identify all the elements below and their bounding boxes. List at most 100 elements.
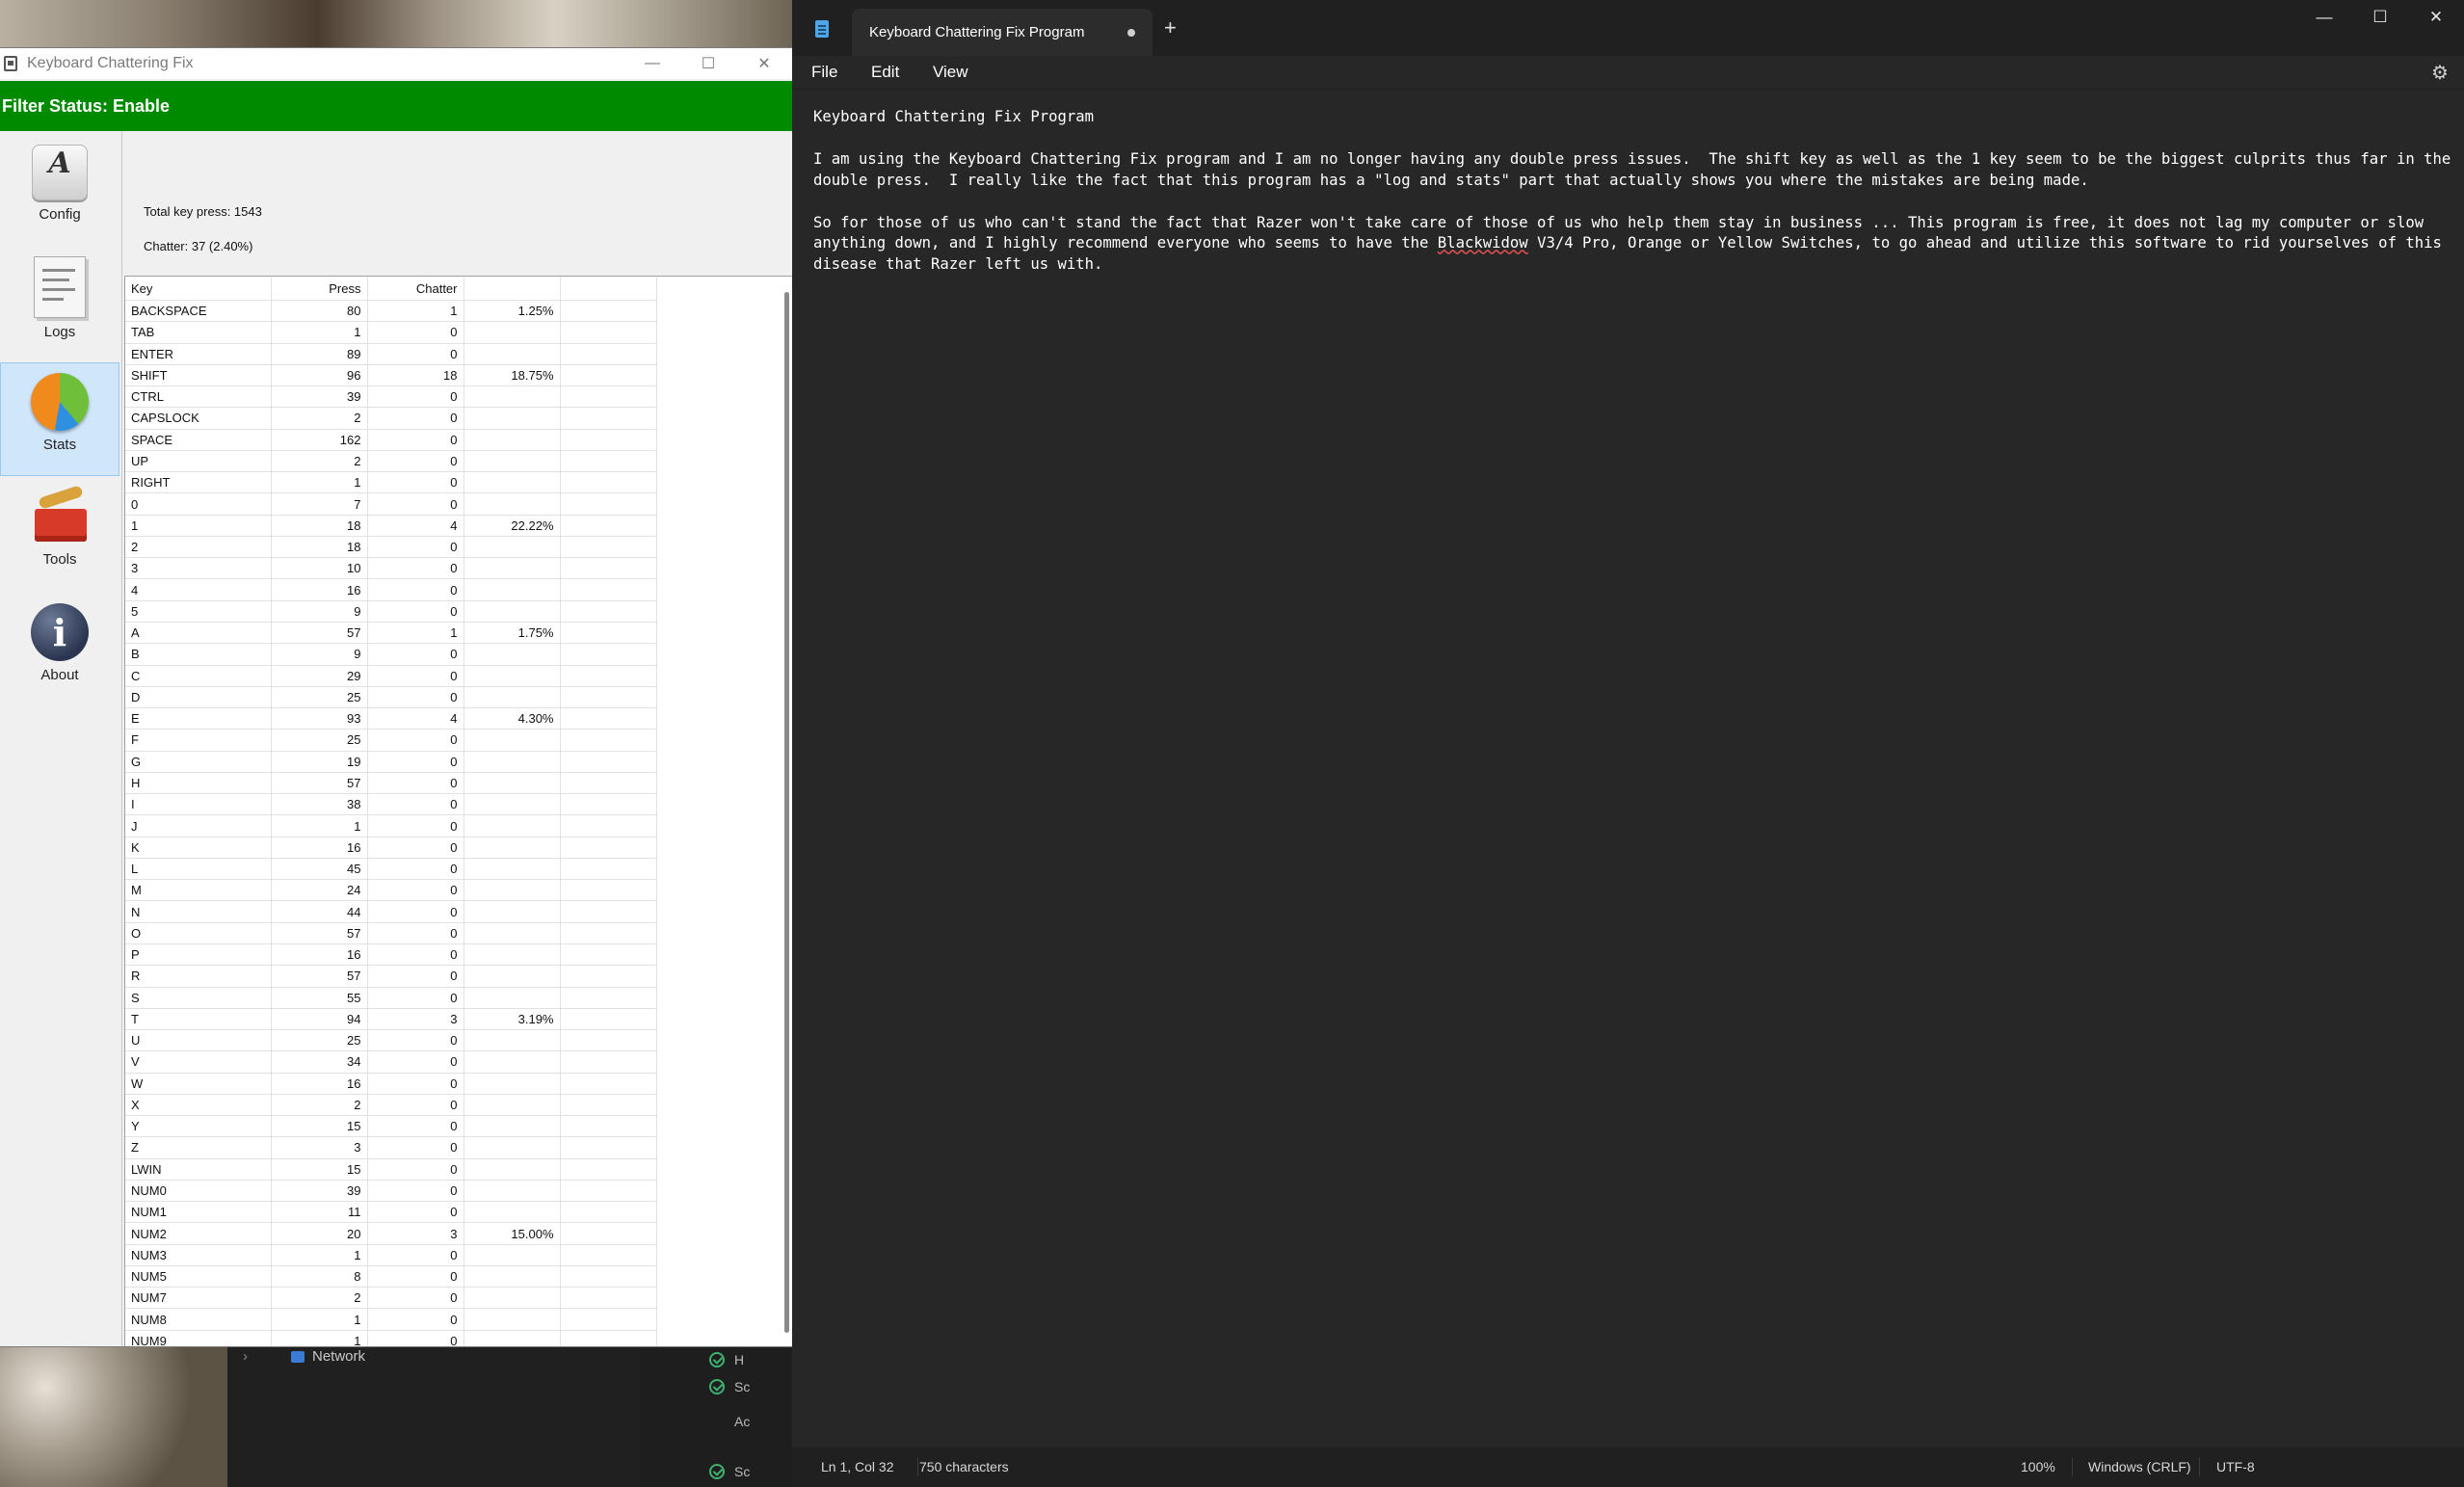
table-row[interactable]: 1 18 4 22.22%: [125, 515, 657, 537]
editor-content[interactable]: Keyboard Chattering Fix Program​I am usi…: [813, 107, 2456, 276]
table-row[interactable]: 2 18 0: [125, 536, 657, 559]
line-ending[interactable]: Windows (CRLF): [2088, 1459, 2191, 1474]
table-row[interactable]: NUM2 20 3 15.00%: [125, 1222, 657, 1245]
tab-document[interactable]: Keyboard Chattering Fix Program: [852, 9, 1153, 56]
table-row[interactable]: O 57 0: [125, 922, 657, 944]
cell-rate: [464, 1180, 561, 1203]
maximize-button[interactable]: ☐: [680, 48, 736, 79]
cell-rate: [464, 772, 561, 795]
table-row[interactable]: NUM3 1 0: [125, 1244, 657, 1266]
table-row[interactable]: CTRL 39 0: [125, 385, 657, 409]
table-row[interactable]: 4 16 0: [125, 578, 657, 601]
table-row[interactable]: G 19 0: [125, 751, 657, 773]
table-row[interactable]: 070: [125, 492, 657, 516]
table-row[interactable]: R 57 0: [125, 965, 657, 988]
table-row[interactable]: NUM1 11 0: [125, 1201, 657, 1224]
table-row[interactable]: U 25 0: [125, 1029, 657, 1052]
cell-rate: [464, 965, 561, 988]
close-button[interactable]: ✕: [736, 48, 792, 79]
zoom-level[interactable]: 100%: [2021, 1459, 2055, 1474]
table-row[interactable]: LWIN 15 0: [125, 1158, 657, 1181]
table-row[interactable]: NUM9 1 0: [125, 1330, 657, 1346]
table-row[interactable]: NUM0 39 0: [125, 1180, 657, 1203]
table-row[interactable]: F 25 0: [125, 729, 657, 752]
file-explorer-nav-pane: › Network: [227, 1344, 640, 1487]
table-scrollbar[interactable]: [782, 292, 791, 1346]
encoding[interactable]: UTF-8: [2216, 1459, 2255, 1474]
table-row[interactable]: P 16 0: [125, 943, 657, 967]
table-row[interactable]: H 57 0: [125, 772, 657, 795]
nav-item-stats[interactable]: Stats: [0, 362, 119, 476]
table-row[interactable]: TAB 1 0: [125, 321, 657, 344]
nav-item-logs[interactable]: Logs: [0, 249, 119, 362]
table-row[interactable]: M 24 0: [125, 879, 657, 902]
table-row[interactable]: RIGHT 1 0: [125, 471, 657, 494]
text-editor[interactable]: Keyboard Chattering Fix Program​I am usi…: [792, 89, 2464, 1448]
nav-item-tools[interactable]: Tools: [0, 478, 119, 592]
table-row[interactable]: UP 2 0: [125, 450, 657, 473]
cell-empty: [560, 1136, 657, 1159]
menu-file[interactable]: File: [811, 56, 837, 89]
table-row[interactable]: K 16 0: [125, 836, 657, 859]
chevron-right-icon[interactable]: ›: [243, 1348, 248, 1365]
table-row[interactable]: SPACE 162 0: [125, 429, 657, 451]
text-line: Keyboard Chattering Fix Program: [813, 108, 1095, 125]
list-item[interactable]: Sc: [709, 1373, 786, 1400]
cell-rate: [464, 1330, 561, 1346]
explorer-item-network[interactable]: Network: [291, 1348, 365, 1365]
table-row[interactable]: NUM8 1 0: [125, 1308, 657, 1331]
table-row[interactable]: D 25 0: [125, 686, 657, 709]
close-button[interactable]: ✕: [2408, 0, 2464, 35]
table-row[interactable]: N 44 0: [125, 900, 657, 923]
column-header-chatter[interactable]: Chatter: [367, 277, 464, 301]
table-row[interactable]: J10: [125, 814, 657, 837]
list-item[interactable]: Ac: [709, 1408, 786, 1435]
column-header-press[interactable]: Press: [271, 277, 368, 301]
table-row[interactable]: BACKSPACE 80 1 1.25%: [125, 300, 657, 323]
gear-icon[interactable]: ⚙: [2427, 60, 2452, 85]
table-row[interactable]: NUM7 2 0: [125, 1287, 657, 1310]
table-row[interactable]: SHIFT 96 18 18.75%: [125, 364, 657, 387]
table-row[interactable]: ENTER 89 0: [125, 343, 657, 365]
cell-press: 16: [271, 1073, 368, 1095]
table-row[interactable]: T 94 3 3.19%: [125, 1008, 657, 1031]
table-row[interactable]: W 16 0: [125, 1073, 657, 1095]
table-row[interactable]: C 29 0: [125, 665, 657, 687]
nav-item-config[interactable]: A Config: [0, 135, 119, 249]
minimize-button[interactable]: —: [2296, 0, 2352, 35]
menu-view[interactable]: View: [933, 56, 968, 89]
table-row[interactable]: 3 10 0: [125, 557, 657, 580]
misspelled-word[interactable]: Blackwidow: [1438, 234, 1528, 252]
list-item[interactable]: H: [709, 1346, 786, 1373]
table-row[interactable]: Y 15 0: [125, 1115, 657, 1138]
table-row[interactable]: 590: [125, 600, 657, 623]
table-row[interactable]: L 45 0: [125, 858, 657, 881]
cell-key: J: [125, 814, 272, 837]
table-row[interactable]: V 34 0: [125, 1050, 657, 1074]
notepad-titlebar[interactable]: Keyboard Chattering Fix Program + — ☐ ✕: [792, 0, 2464, 56]
maximize-button[interactable]: ☐: [2352, 0, 2408, 35]
table-row[interactable]: S 55 0: [125, 987, 657, 1009]
table-row[interactable]: E 93 4 4.30%: [125, 707, 657, 730]
new-tab-button[interactable]: +: [1164, 15, 1177, 40]
unsaved-dot-icon[interactable]: [1127, 29, 1135, 37]
table-row[interactable]: B90: [125, 643, 657, 666]
cell-press: 18: [271, 536, 368, 559]
table-row[interactable]: X20: [125, 1094, 657, 1117]
table-row[interactable]: CAPSLOCK 2 0: [125, 407, 657, 430]
column-header-key[interactable]: Key: [125, 277, 272, 301]
cell-empty: [560, 1050, 657, 1074]
cell-chatter: 0: [367, 429, 464, 451]
table-row[interactable]: Z30: [125, 1136, 657, 1159]
menu-edit[interactable]: Edit: [871, 56, 899, 89]
column-header-rate[interactable]: [464, 277, 561, 301]
minimize-button[interactable]: —: [624, 48, 680, 79]
list-item[interactable]: Sc: [709, 1458, 786, 1485]
table-row[interactable]: I 38 0: [125, 793, 657, 816]
table-row[interactable]: NUM5 8 0: [125, 1265, 657, 1288]
scrollbar-thumb[interactable]: [784, 292, 789, 1333]
nav-item-about[interactable]: i About: [0, 594, 119, 707]
kcf-titlebar[interactable]: Keyboard Chattering Fix — ☐ ✕: [0, 48, 792, 79]
table-row[interactable]: A 57 1 1.75%: [125, 622, 657, 645]
cell-press: 96: [271, 364, 368, 387]
